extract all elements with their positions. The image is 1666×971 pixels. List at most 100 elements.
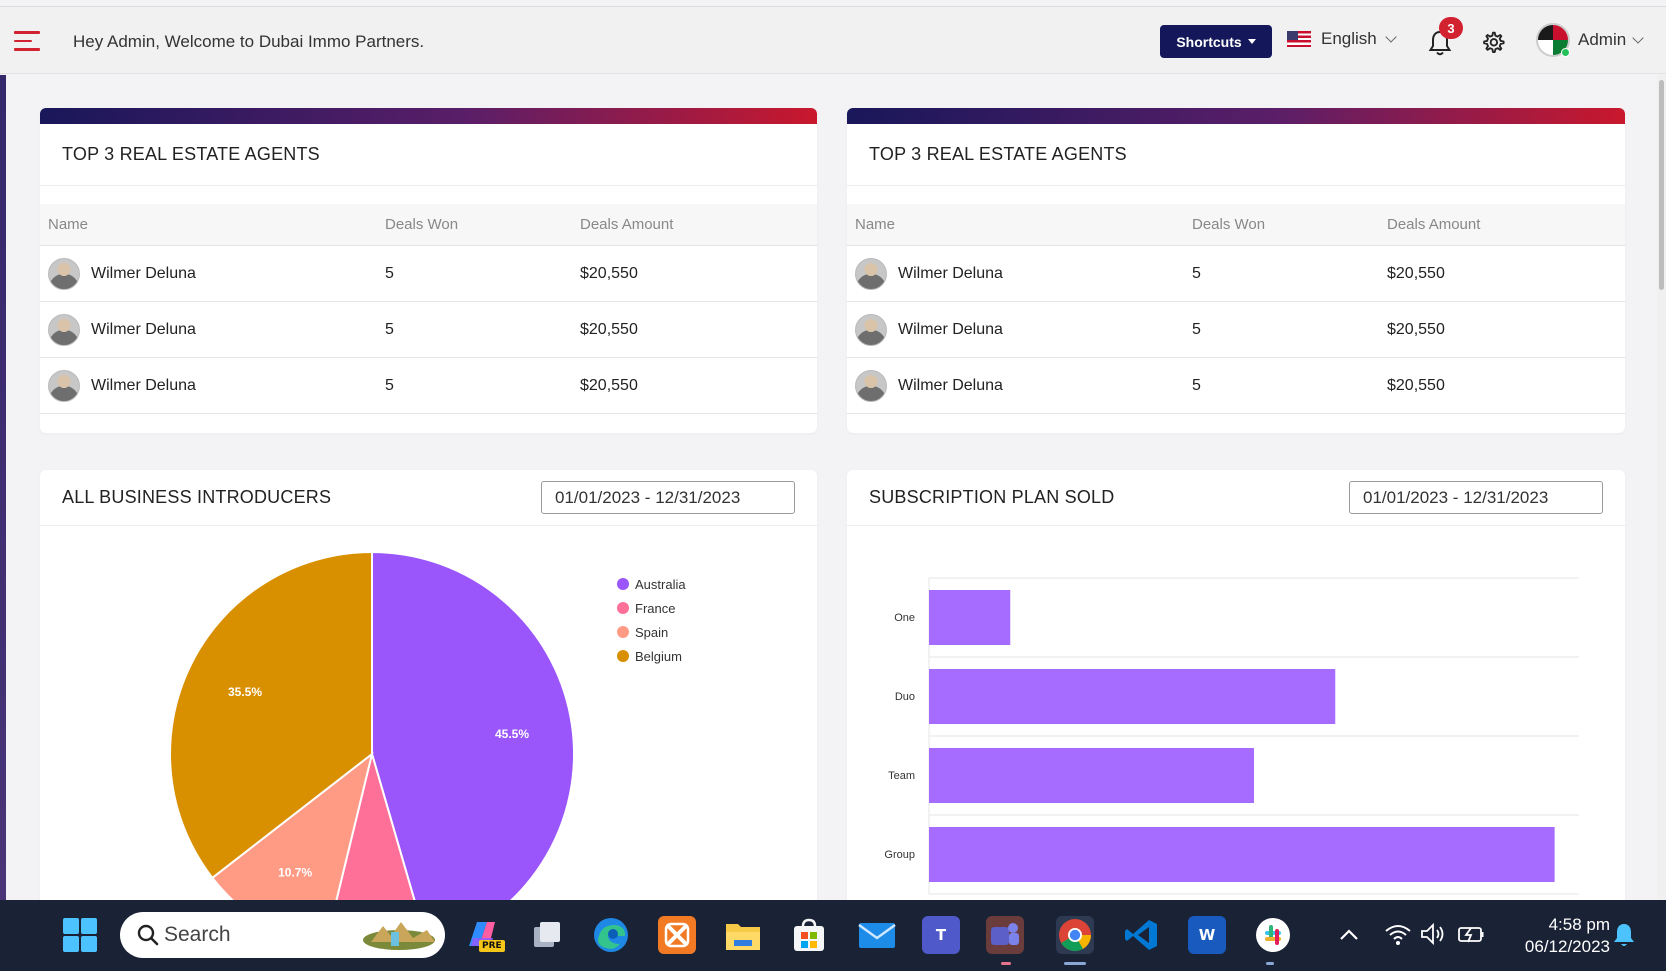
top-agents-card: TOP 3 REAL ESTATE AGENTS Name Deals Won … — [40, 108, 817, 433]
edge-browser-icon[interactable] — [592, 916, 630, 954]
chrome-icon[interactable] — [1056, 916, 1094, 954]
scrollbar-thumb[interactable] — [1659, 80, 1664, 290]
legend-label[interactable]: France — [635, 601, 675, 616]
taskbar-search-input[interactable]: Search — [120, 912, 445, 958]
battery-charging-icon[interactable] — [1457, 922, 1485, 946]
online-status-dot — [1561, 48, 1570, 57]
category-tick-label: Team — [888, 770, 915, 782]
settings-gear-icon[interactable] — [1480, 30, 1506, 56]
card-header: SUBSCRIPTION PLAN SOLD 01/01/2023 - 12/3… — [847, 470, 1625, 526]
hamburger-menu-icon[interactable] — [14, 31, 42, 53]
column-header-deals-won: Deals Won — [377, 204, 572, 246]
legend-marker — [617, 626, 629, 638]
language-selector[interactable]: English — [1287, 29, 1397, 49]
table-row[interactable]: Wilmer Deluna 5 $20,550 — [847, 245, 1625, 302]
clock-date: 06/12/2023 — [1524, 937, 1610, 956]
table-row[interactable]: Wilmer Deluna 5 $20,550 — [40, 357, 817, 414]
date-range-picker[interactable]: 01/01/2023 - 12/31/2023 — [541, 481, 795, 514]
category-tick-label: Group — [884, 849, 915, 861]
microsoft-store-icon[interactable] — [790, 916, 828, 954]
column-header-deals-won: Deals Won — [1184, 204, 1379, 246]
deals-amount-cell: $20,550 — [1379, 301, 1625, 358]
volume-icon[interactable] — [1420, 922, 1446, 946]
top-navbar: Hey Admin, Welcome to Dubai Immo Partner… — [0, 6, 1666, 74]
card-title: TOP 3 REAL ESTATE AGENTS — [40, 124, 817, 186]
legend-marker — [617, 578, 629, 590]
vscode-icon[interactable] — [1122, 916, 1160, 954]
agent-name: Wilmer Deluna — [898, 264, 1003, 282]
search-placeholder: Search — [164, 923, 231, 946]
bar-duo[interactable] — [929, 669, 1336, 724]
search-highlight-image-icon — [363, 922, 435, 950]
windows-start-icon[interactable] — [60, 916, 100, 954]
deals-amount-cell: $20,550 — [572, 245, 817, 302]
user-name: Admin — [1578, 30, 1627, 49]
table-row[interactable]: Wilmer Deluna 5 $20,550 — [40, 245, 817, 302]
subscription-plan-card: SUBSCRIPTION PLAN SOLD 01/01/2023 - 12/3… — [847, 470, 1625, 910]
preview-badge: PRE — [479, 940, 505, 952]
deals-amount-cell: $20,550 — [1379, 357, 1625, 414]
agent-avatar — [855, 369, 887, 402]
file-explorer-icon[interactable] — [724, 916, 762, 954]
column-header-deals-amount: Deals Amount — [1379, 204, 1625, 246]
word-letter: W — [1198, 926, 1216, 944]
running-indicator — [1001, 962, 1011, 965]
admin-avatar — [1536, 23, 1570, 57]
agents-table: Name Deals Won Deals Amount Wilmer Delun… — [40, 204, 817, 414]
running-indicator — [1266, 962, 1274, 965]
top-agents-card: TOP 3 REAL ESTATE AGENTS Name Deals Won … — [847, 108, 1625, 433]
word-icon[interactable]: W — [1188, 916, 1226, 954]
clock-time: 4:58 pm — [1548, 915, 1610, 934]
windows-taskbar: Search PRE T W 4:58 pm 06/12/2023 — [0, 900, 1666, 971]
agent-avatar — [855, 313, 887, 346]
agent-avatar — [48, 313, 80, 346]
table-row[interactable]: Wilmer Deluna 5 $20,550 — [847, 357, 1625, 414]
xampp-icon[interactable] — [658, 916, 696, 954]
deals-amount-cell: $20,550 — [572, 357, 817, 414]
agent-name: Wilmer Deluna — [898, 376, 1003, 394]
deals-won-cell: 5 — [377, 245, 572, 302]
agent-name: Wilmer Deluna — [898, 320, 1003, 338]
system-clock[interactable]: 4:58 pm 06/12/2023 — [1500, 914, 1610, 958]
agent-avatar — [855, 257, 887, 290]
table-row[interactable]: Wilmer Deluna 5 $20,550 — [847, 301, 1625, 358]
copilot-pre-icon[interactable]: PRE — [463, 916, 505, 954]
table-header-row: Name Deals Won Deals Amount — [847, 204, 1625, 246]
legend-marker — [617, 650, 629, 662]
bar-team[interactable] — [929, 748, 1254, 803]
us-flag-icon — [1287, 31, 1311, 47]
sidebar-edge — [0, 75, 6, 900]
search-icon — [137, 924, 159, 946]
task-view-icon[interactable] — [528, 916, 566, 954]
caret-down-icon — [1247, 39, 1256, 44]
teams-letter: T — [935, 926, 947, 944]
table-row[interactable]: Wilmer Deluna 5 $20,550 — [40, 301, 817, 358]
card-title: TOP 3 REAL ESTATE AGENTS — [847, 124, 1625, 186]
show-hidden-icons-chevron-icon[interactable] — [1338, 925, 1360, 945]
column-header-deals-amount: Deals Amount — [572, 204, 817, 246]
notification-center-bell-icon[interactable] — [1612, 922, 1636, 948]
business-introducers-card: ALL BUSINESS INTRODUCERS 01/01/2023 - 12… — [40, 470, 817, 910]
subscription-bar-chart: One Duo Team Group — [884, 577, 1579, 895]
slack-icon[interactable] — [1254, 916, 1292, 954]
date-range-picker[interactable]: 01/01/2023 - 12/31/2023 — [1349, 481, 1603, 514]
card-accent-bar — [847, 108, 1625, 124]
column-header-name: Name — [847, 204, 1184, 246]
user-menu[interactable]: Admin — [1536, 23, 1644, 57]
deals-won-cell: 5 — [1184, 245, 1379, 302]
bar-one[interactable] — [929, 590, 1011, 645]
bar-group[interactable] — [929, 827, 1555, 882]
deals-won-cell: 5 — [377, 357, 572, 414]
legend-label[interactable]: Australia — [635, 577, 686, 592]
legend-label[interactable]: Belgium — [635, 649, 682, 664]
deals-amount-cell: $20,550 — [572, 301, 817, 358]
teams-icon[interactable]: T — [922, 916, 960, 954]
deals-won-cell: 5 — [1184, 357, 1379, 414]
shortcuts-dropdown-button[interactable]: Shortcuts — [1160, 25, 1272, 58]
wifi-icon[interactable] — [1384, 922, 1412, 946]
card-accent-bar — [40, 108, 817, 124]
mail-icon[interactable] — [858, 916, 896, 954]
legend-label[interactable]: Spain — [635, 625, 668, 640]
teams-work-icon[interactable] — [986, 916, 1024, 954]
agent-avatar — [48, 257, 80, 290]
